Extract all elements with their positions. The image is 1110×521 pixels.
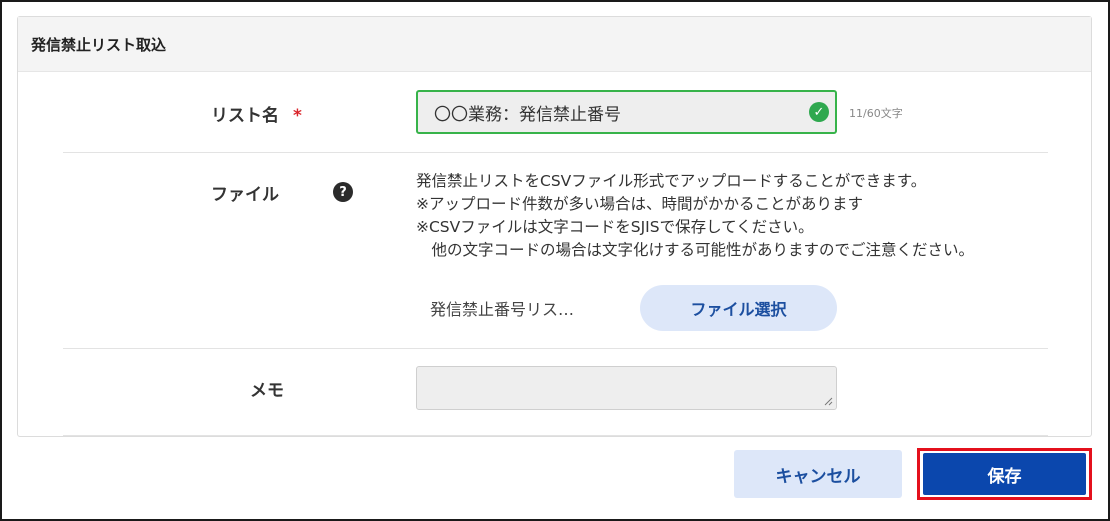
divider: [63, 348, 1048, 349]
cancel-button[interactable]: キャンセル: [734, 450, 902, 498]
description-line: 他の文字コードの場合は文字化けする可能性がありますのでご注意ください。: [416, 241, 975, 259]
memo-label: メモ: [250, 381, 284, 401]
selected-file-name: 発信禁止番号リス…: [430, 300, 575, 319]
check-circle-icon: ✓: [809, 102, 829, 122]
required-mark: *: [293, 106, 302, 126]
divider: [63, 435, 1048, 436]
file-description: 発信禁止リストをCSVファイル形式でアップロードすることができます。 ※アップロ…: [416, 170, 974, 262]
divider: [63, 152, 1048, 153]
description-line: ※CSVファイルは文字コードをSJISで保存してください。: [416, 218, 814, 236]
window-frame: 発信禁止リスト取込 リスト名 * 〇〇業務：発信禁止番号 ✓ 11/60文字 ファ…: [0, 0, 1110, 521]
list-name-label-text: リスト名: [211, 106, 279, 126]
list-name-label: リスト名 *: [211, 101, 302, 126]
description-line: ※アップロード件数が多い場合は、時間がかかることがあります: [416, 195, 863, 213]
character-counter: 11/60文字: [849, 107, 903, 120]
panel-title: 発信禁止リスト取込: [18, 17, 1091, 72]
list-name-value: 〇〇業務：発信禁止番号: [434, 104, 621, 125]
resize-handle-icon[interactable]: [824, 397, 833, 406]
save-button[interactable]: 保存: [923, 453, 1086, 495]
description-line: 発信禁止リストをCSVファイル形式でアップロードすることができます。: [416, 172, 927, 190]
memo-textarea[interactable]: [416, 366, 837, 410]
import-panel: 発信禁止リスト取込 リスト名 * 〇〇業務：発信禁止番号 ✓ 11/60文字 ファ…: [17, 16, 1092, 437]
file-select-button[interactable]: ファイル選択: [640, 285, 837, 331]
file-label: ファイル: [211, 185, 279, 205]
list-name-input[interactable]: 〇〇業務：発信禁止番号 ✓: [416, 90, 837, 134]
help-icon[interactable]: ?: [333, 182, 353, 202]
